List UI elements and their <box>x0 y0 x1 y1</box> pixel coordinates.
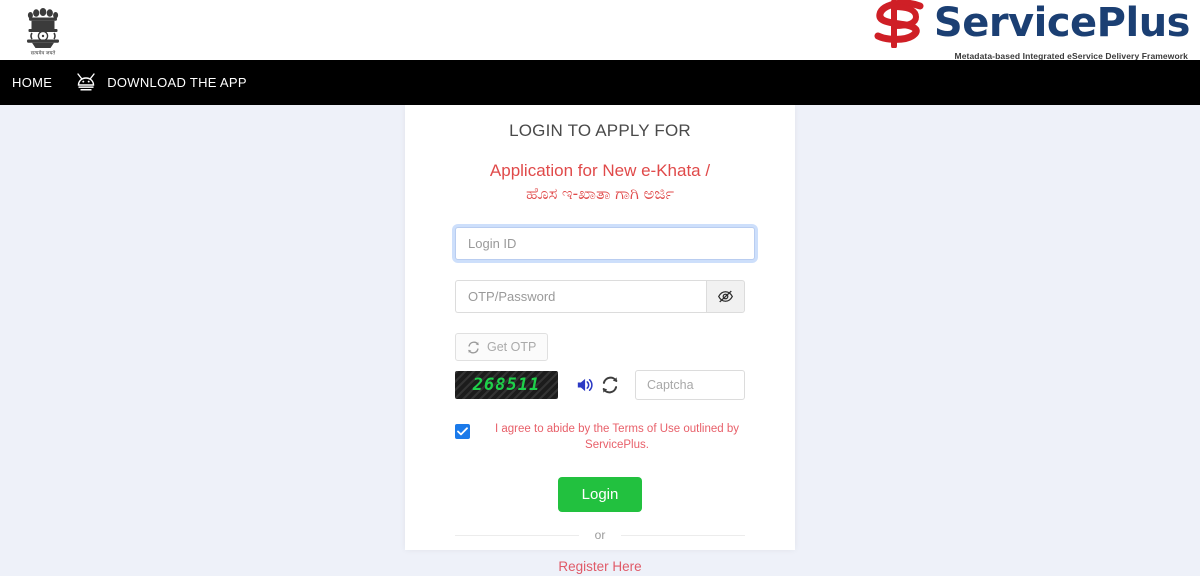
captcha-code: 268511 <box>472 375 541 396</box>
or-divider: or <box>405 528 795 542</box>
get-otp-button[interactable]: Get OTP <box>455 333 549 362</box>
nav-item-download-app[interactable]: DOWNLOAD THE APP <box>74 73 247 92</box>
eye-slash-icon <box>718 290 734 303</box>
svg-text:सत्यमेव जयते: सत्यमेव जयते <box>31 50 56 57</box>
page-body: LOGIN TO APPLY FOR Application for New e… <box>0 105 1200 574</box>
captcha-audio-button[interactable] <box>576 376 596 394</box>
captcha-row: 268511 <box>455 370 745 401</box>
brand-name: ServicePlus <box>933 0 1191 46</box>
service-name: Application for New e-Khata / ಹೊಸ ಇ-ಖಾತಾ… <box>405 160 795 205</box>
divider-line-left <box>455 534 579 536</box>
captcha-image: 268511 <box>455 371 558 400</box>
terms-checkbox[interactable] <box>455 424 470 440</box>
sp-monogram-icon <box>874 0 924 48</box>
divider-line-right <box>621 534 746 536</box>
nav-item-home[interactable]: HOME <box>12 75 52 90</box>
serviceplus-logo[interactable]: ServicePlus Metadata-based Integrated eS… <box>872 0 1191 63</box>
main-navbar: HOME DOWNLOAD THE APP <box>0 60 1200 105</box>
login-form: Get OTP 268511 <box>405 227 795 513</box>
terms-row: I agree to abide by the Terms of Use out… <box>455 422 745 453</box>
nav-item-download-app-label: DOWNLOAD THE APP <box>107 75 247 90</box>
top-header: सत्यमेव जयते ServicePlus Metadata-based … <box>0 0 1200 63</box>
captcha-refresh-button[interactable] <box>601 376 619 394</box>
login-id-row <box>455 227 755 261</box>
national-emblem-icon: सत्यमेव जयते <box>22 2 64 58</box>
terms-label[interactable]: I agree to abide by the Terms of Use out… <box>492 422 742 453</box>
get-otp-label: Get OTP <box>487 340 537 355</box>
login-card-title: LOGIN TO APPLY FOR <box>509 121 691 140</box>
login-button-wrap: Login <box>455 477 745 513</box>
android-robot-icon <box>77 73 95 91</box>
otp-password-input[interactable] <box>455 280 707 314</box>
login-card: LOGIN TO APPLY FOR Application for New e… <box>405 105 795 574</box>
brand-tagline: Metadata-based Integrated eService Deliv… <box>954 50 1188 61</box>
toggle-password-visibility-button[interactable] <box>706 280 745 314</box>
service-name-kannada: ಹೊಸ ಇ-ಖಾತಾ ಗಾಗಿ ಅರ್ಜಿ <box>525 184 675 203</box>
register-wrap: Register Here <box>405 558 795 576</box>
refresh-icon <box>602 376 618 394</box>
speaker-icon <box>577 379 593 392</box>
captcha-input[interactable] <box>635 370 745 401</box>
login-id-input[interactable] <box>455 227 755 261</box>
divider-label: or <box>594 528 606 543</box>
register-here-link[interactable]: Register Here <box>558 559 641 574</box>
checkmark-icon <box>457 427 468 436</box>
password-row <box>455 280 745 314</box>
refresh-icon <box>468 341 479 354</box>
login-button[interactable]: Login <box>557 477 643 513</box>
get-otp-row: Get OTP <box>455 333 745 370</box>
service-name-english: Application for New e-Khata / <box>489 161 711 180</box>
